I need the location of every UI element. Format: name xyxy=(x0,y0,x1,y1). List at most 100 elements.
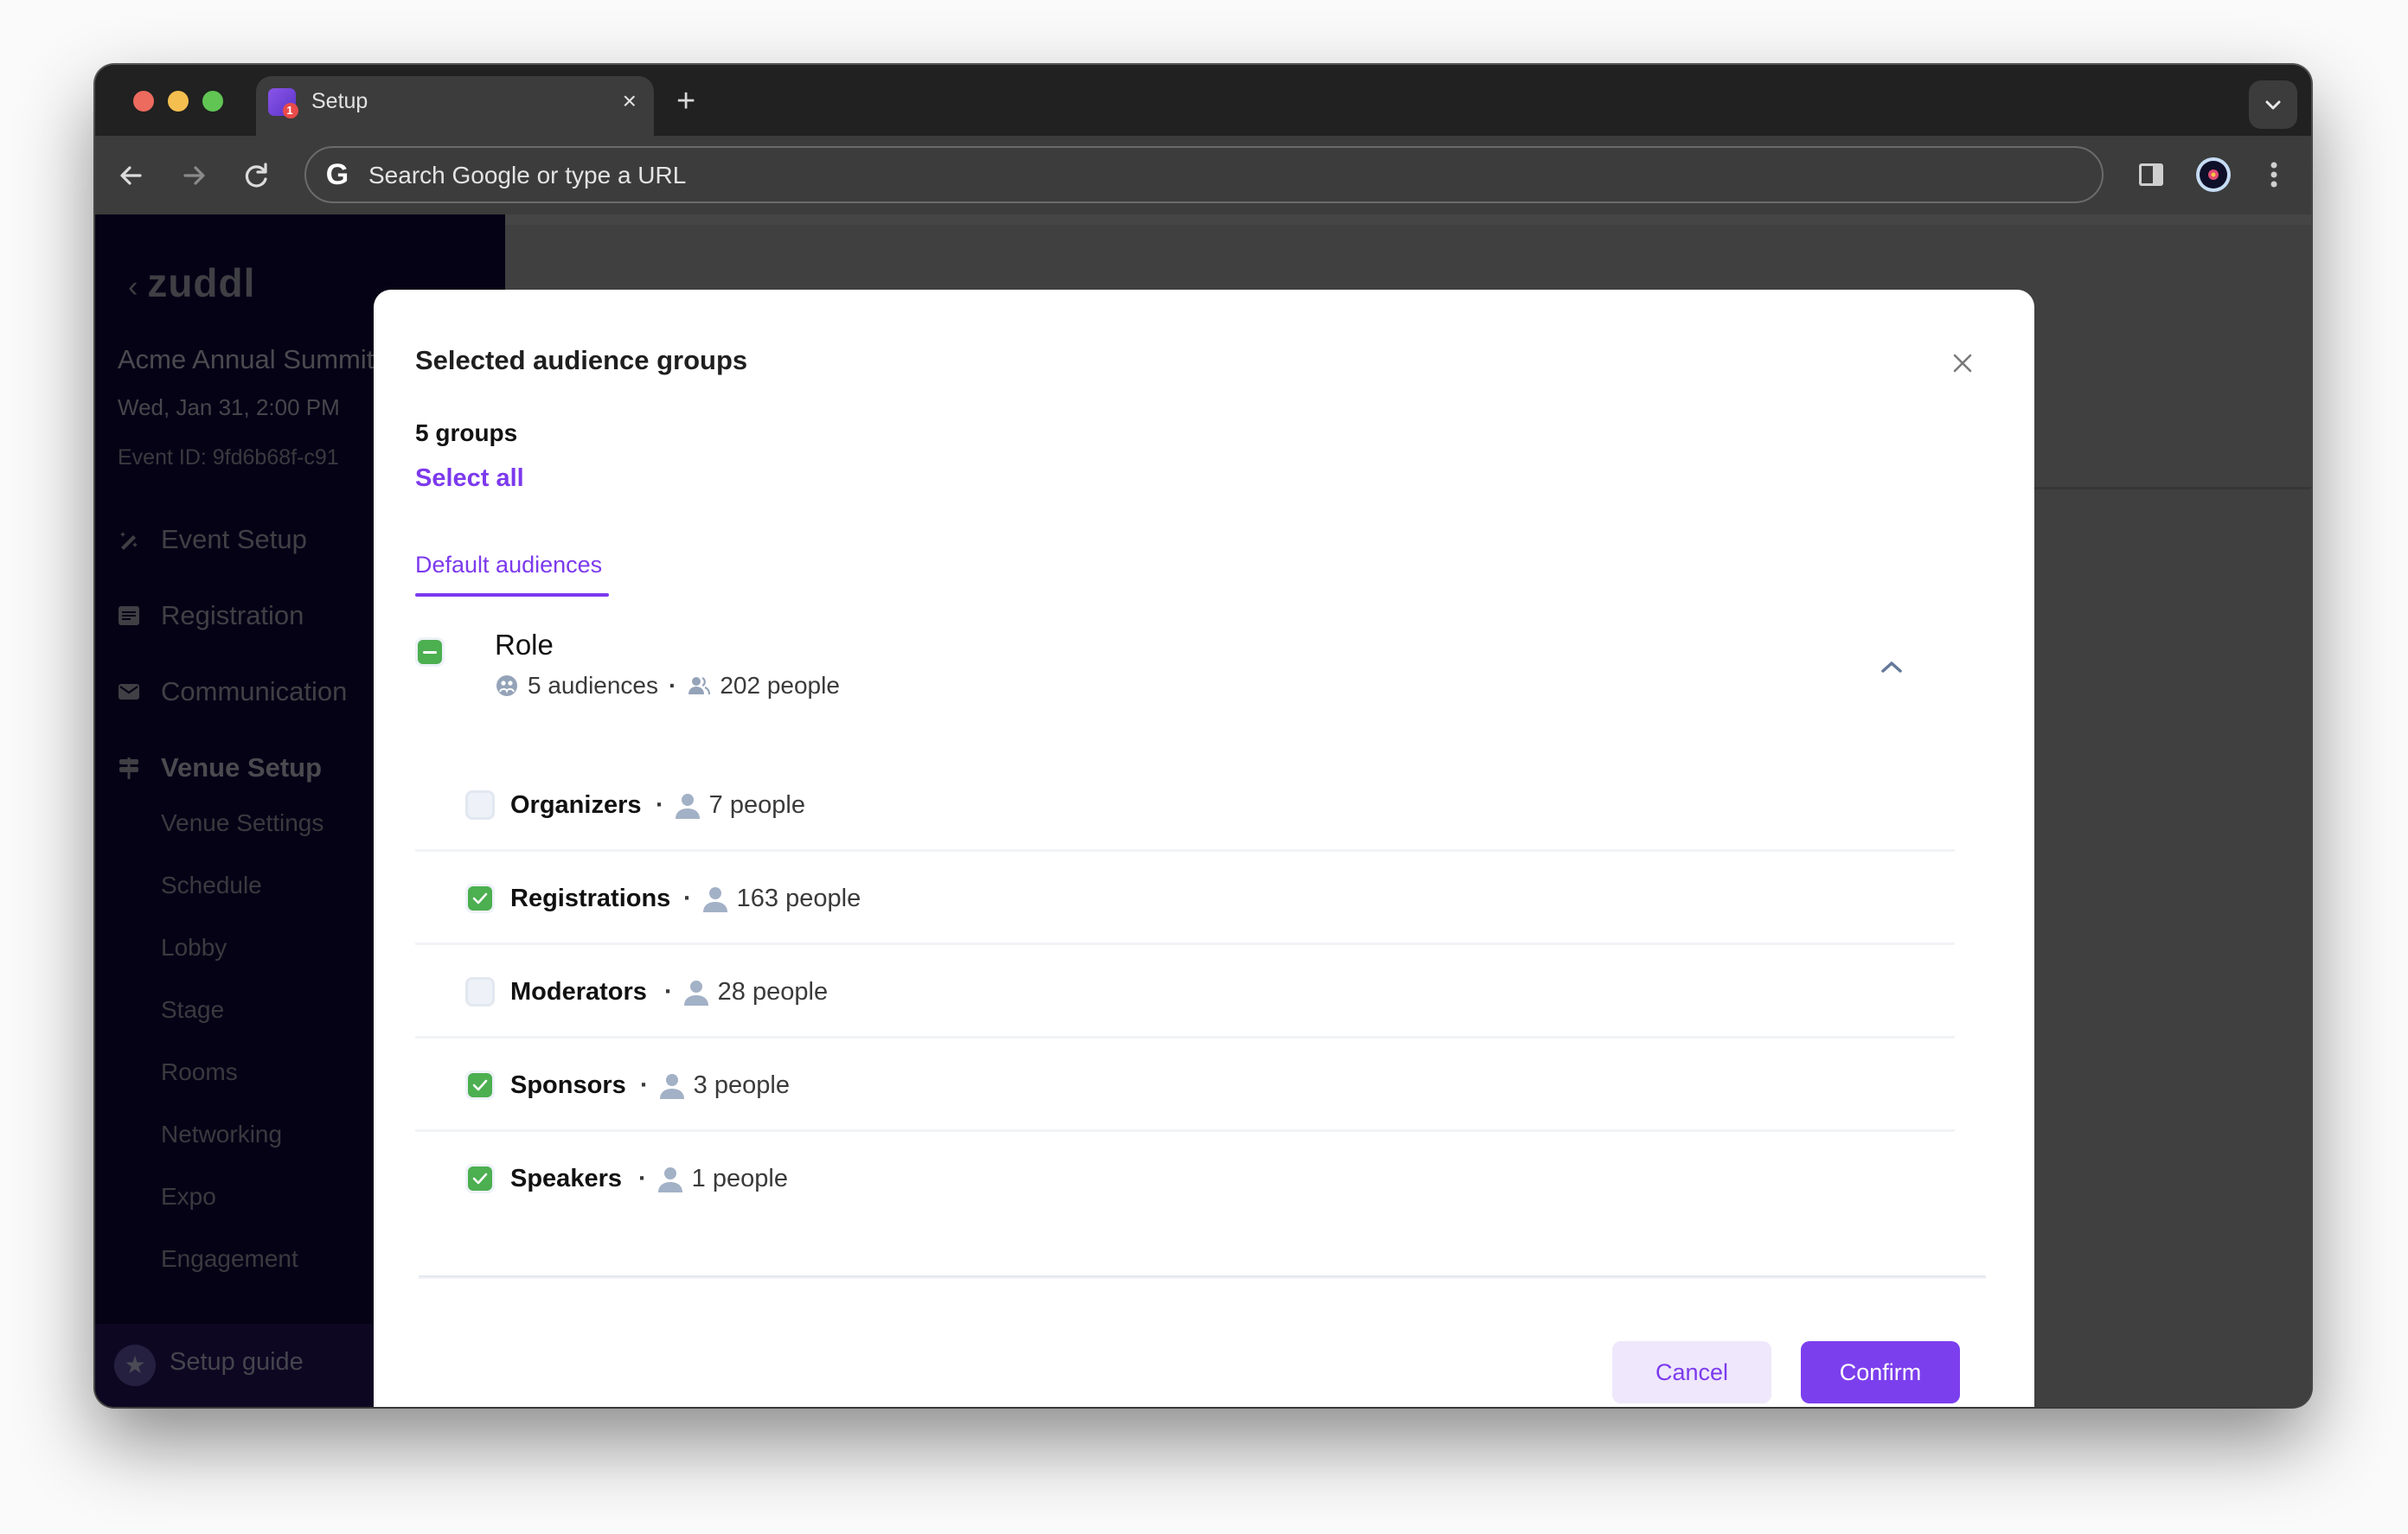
moderators-checkbox[interactable] xyxy=(465,977,495,1007)
zuddl-logo[interactable]: ‹ zuddl xyxy=(128,259,255,306)
reload-icon xyxy=(245,163,267,188)
audience-name: Speakers xyxy=(510,1165,622,1192)
group-name: Role xyxy=(495,629,554,661)
tab-default-audiences[interactable]: Default audiences xyxy=(415,552,602,578)
setup-guide-label: Setup guide xyxy=(170,1348,304,1376)
magic-wand-icon xyxy=(120,532,138,550)
confirm-button[interactable]: Confirm xyxy=(1801,1341,1960,1403)
sidebar-item-label: Event Setup xyxy=(161,524,307,554)
group-count: 5 groups xyxy=(415,419,518,446)
side-panel-icon xyxy=(2139,163,2163,186)
sidebar-subitem-expo[interactable]: Expo xyxy=(161,1183,216,1211)
modal-title: Selected audience groups xyxy=(415,345,748,375)
forward-button[interactable] xyxy=(175,157,213,195)
sidebar-subitem-lobby[interactable]: Lobby xyxy=(161,934,227,962)
audience-row-registrations[interactable]: Registrations · 163 people xyxy=(415,852,1955,945)
sidebar-item-label: Registration xyxy=(161,600,304,630)
speakers-checkbox[interactable] xyxy=(465,1164,495,1193)
modal-footer: Cancel Confirm xyxy=(374,1279,2034,1407)
active-tab-indicator xyxy=(415,593,609,597)
sidebar-item-label: Venue Setup xyxy=(161,752,323,783)
modal-close-button[interactable] xyxy=(1950,350,1976,376)
checkmark-icon xyxy=(472,892,488,904)
separator-dot: · xyxy=(656,791,664,819)
sidebar-subitem-rooms[interactable]: Rooms xyxy=(161,1058,238,1086)
organizers-checkbox[interactable] xyxy=(465,790,495,820)
profile-avatar-icon xyxy=(2196,157,2231,192)
zuddl-favicon-icon: 1 xyxy=(268,88,298,118)
audience-name: Sponsors xyxy=(510,1071,626,1099)
notification-badge: 1 xyxy=(286,104,293,117)
browser-toolbar: G Search Google or type a URL xyxy=(95,136,2311,214)
person-icon xyxy=(702,886,727,912)
reload-button[interactable] xyxy=(237,157,275,195)
audience-row-speakers[interactable]: Speakers · 1 people xyxy=(415,1132,1955,1225)
sidebar-subitem-networking[interactable]: Networking xyxy=(161,1121,282,1148)
browser-window: 1 Setup × + G Search Google or type a UR… xyxy=(95,65,2311,1407)
audiences-count: 5 audiences xyxy=(528,672,659,699)
arrow-left-icon xyxy=(120,166,142,185)
event-date: Wed, Jan 31, 2:00 PM xyxy=(118,394,340,420)
page-content: ‹ zuddl Acme Annual Summit Wed, Jan 31, 2… xyxy=(95,214,2311,1407)
select-all-link[interactable]: Select all xyxy=(415,464,524,493)
separator-dot: · xyxy=(638,1165,647,1192)
sidebar-subitem-venue-settings[interactable]: Venue Settings xyxy=(161,809,323,837)
people-count: 202 people xyxy=(720,672,840,699)
sponsors-checkbox[interactable] xyxy=(465,1071,495,1100)
registrations-checkbox[interactable] xyxy=(465,884,495,913)
sidebar-item-venue-setup[interactable]: Venue Setup xyxy=(118,752,322,783)
audience-meta: · 163 people xyxy=(683,885,861,913)
sidebar-subitem-stage[interactable]: Stage xyxy=(161,996,224,1024)
tab-search-button[interactable] xyxy=(2249,80,2297,129)
person-icon xyxy=(675,793,700,819)
sidebar-subitem-engagement[interactable]: Engagement xyxy=(161,1245,298,1273)
audience-row-sponsors[interactable]: Sponsors · 3 people xyxy=(415,1039,1955,1132)
audience-people: 163 people xyxy=(736,885,861,912)
close-icon xyxy=(1953,354,1972,373)
logo-text: zuddl xyxy=(147,260,256,305)
sidebar-item-event-setup[interactable]: Event Setup xyxy=(118,524,307,555)
audience-row-organizers[interactable]: Organizers · 7 people xyxy=(415,758,1955,852)
role-group-header[interactable]: Role 5 audiences · 202 people xyxy=(415,629,1955,724)
close-window-button[interactable] xyxy=(133,91,154,112)
audience-people: 28 people xyxy=(717,978,829,1006)
separator-dot: · xyxy=(683,885,692,912)
tab-strip: 1 Setup × + xyxy=(95,65,2311,137)
audience-row-moderators[interactable]: Moderators · 28 people xyxy=(415,945,1955,1039)
audience-meta: · 1 people xyxy=(638,1165,788,1193)
maximize-window-button[interactable] xyxy=(202,91,223,112)
sidebar-subitem-schedule[interactable]: Schedule xyxy=(161,872,262,899)
sidebar-item-communication[interactable]: Communication xyxy=(118,676,347,707)
browser-menu-button[interactable] xyxy=(2252,153,2296,196)
tab-setup[interactable]: 1 Setup × xyxy=(256,76,654,137)
cancel-button[interactable]: Cancel xyxy=(1612,1341,1771,1403)
new-tab-button[interactable]: + xyxy=(676,84,695,118)
address-bar-placeholder: Search Google or type a URL xyxy=(368,162,687,189)
minimize-window-button[interactable] xyxy=(168,91,189,112)
more-vertical-icon xyxy=(2270,162,2277,188)
address-bar[interactable]: G Search Google or type a URL xyxy=(304,146,2104,203)
chevron-down-icon xyxy=(2265,100,2281,110)
checkmark-icon xyxy=(472,1173,488,1185)
event-name: Acme Annual Summit xyxy=(118,344,375,374)
side-panel-button[interactable] xyxy=(2129,153,2173,196)
tab-close-icon[interactable]: × xyxy=(623,86,637,116)
sidebar-item-registration[interactable]: Registration xyxy=(118,600,304,631)
collapse-group-button[interactable] xyxy=(1879,658,1905,675)
audience-people: 3 people xyxy=(693,1071,790,1099)
checkmark-icon xyxy=(472,1079,488,1091)
role-group-checkbox[interactable] xyxy=(415,637,445,667)
person-icon xyxy=(659,1073,684,1099)
separator-dot: · xyxy=(664,978,673,1006)
mail-icon xyxy=(118,684,139,700)
profile-avatar[interactable] xyxy=(2192,153,2235,196)
desktop-background: 1 Setup × + G Search Google or type a UR… xyxy=(0,0,2408,1534)
audiences-icon xyxy=(496,675,517,696)
audience-meta: · 3 people xyxy=(640,1071,790,1100)
audience-meta: · 28 people xyxy=(664,978,828,1007)
back-button[interactable] xyxy=(112,157,150,195)
audience-groups-modal: Selected audience groups 5 groups Select… xyxy=(374,290,2034,1407)
indeterminate-icon xyxy=(423,651,437,654)
back-chevron-icon: ‹ xyxy=(128,271,139,304)
signpost-icon xyxy=(119,757,138,779)
